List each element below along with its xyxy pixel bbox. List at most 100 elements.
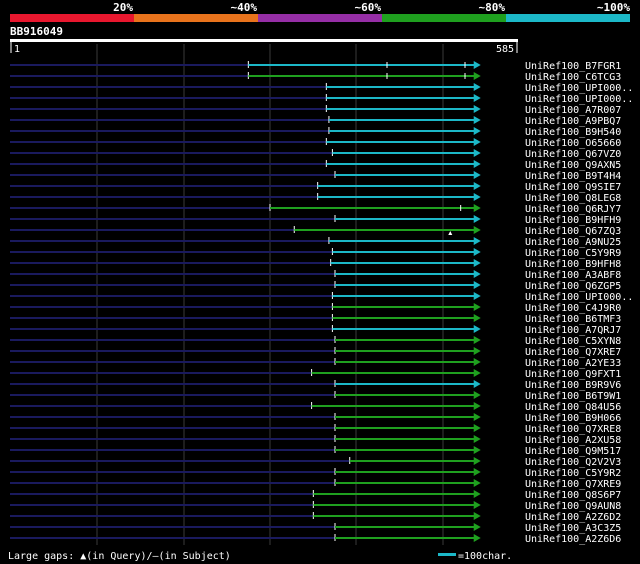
hit-label: UniRef100_B7FGR1	[525, 61, 621, 72]
hit-row: UniRef100_B9R9V6	[10, 380, 621, 391]
hit-row: UniRef100_Q84U56	[10, 402, 621, 413]
hit-arrowhead	[473, 193, 481, 201]
hit-arrowhead	[473, 391, 481, 399]
hit-arrowhead	[473, 314, 481, 322]
hit-arrowhead	[473, 435, 481, 443]
hit-label: UniRef100_Q8LEG8	[525, 193, 621, 204]
hit-arrowhead	[473, 116, 481, 124]
hit-arrowhead	[473, 237, 481, 245]
hit-arrowhead	[473, 380, 481, 388]
hit-arrowhead	[473, 259, 481, 267]
hit-row: UniRef100_A2Z6D2	[10, 512, 621, 523]
hit-row: UniRef100_B9T4H4	[10, 171, 621, 182]
hit-row: UniRef100_A7R007	[10, 105, 621, 116]
hit-arrowhead	[473, 325, 481, 333]
hit-label: UniRef100_A7R007	[525, 105, 621, 116]
hit-arrowhead	[473, 523, 481, 531]
hit-label: UniRef100_O65660	[525, 138, 621, 149]
gaps-prefix: Large gaps:	[8, 551, 80, 562]
hit-row: UniRef100_Q8S6P7	[10, 490, 621, 501]
hit-row: UniRef100_A9PBQ7	[10, 116, 621, 127]
hit-row: UniRef100_Q6RJY7	[10, 204, 621, 215]
ruler-end-label: 585	[496, 44, 514, 55]
hit-row: UniRef100_B9HFH9	[10, 215, 621, 226]
hit-label: UniRef100_Q2V2V3	[525, 457, 621, 468]
hit-arrowhead	[473, 226, 481, 234]
legend-label-100: ~100%	[597, 1, 630, 14]
hit-label: UniRef100_Q67ZQ3	[525, 226, 621, 237]
query-name: BB916049	[10, 25, 63, 38]
hit-arrowhead	[473, 105, 481, 113]
hit-label: UniRef100_Q9AXN5	[525, 160, 621, 171]
hit-row: UniRef100_A3ABF8	[10, 270, 621, 281]
hit-row: UniRef100_Q9AUN8	[10, 501, 621, 512]
hit-label: UniRef100_A2Z6D6	[525, 534, 621, 545]
hit-arrowhead	[473, 281, 481, 289]
hit-row: UniRef100_C6TCG3	[10, 72, 621, 83]
hit-arrowhead	[473, 347, 481, 355]
hit-label: UniRef100_B6TMF3	[525, 314, 621, 325]
hit-row: UniRef100_Q67ZQ3	[10, 226, 621, 237]
hit-label: UniRef100_B9T4H4	[525, 171, 621, 182]
hit-row: UniRef100_A2YE33	[10, 358, 621, 369]
hit-label: UniRef100_Q7XRE9	[525, 479, 621, 490]
legend-bar-40	[134, 14, 258, 22]
hit-label: UniRef100_B6T9W1	[525, 391, 621, 402]
hit-arrowhead	[473, 182, 481, 190]
hit-arrowhead	[473, 160, 481, 168]
hit-arrowhead	[473, 72, 481, 80]
query-gap-text: (in Query)/	[86, 551, 152, 562]
hit-arrowhead	[473, 358, 481, 366]
hit-arrowhead	[473, 369, 481, 377]
hit-row: UniRef100_A7QRJ7	[10, 325, 621, 336]
hit-label: UniRef100_Q84U56	[525, 402, 621, 413]
hit-label: UniRef100_Q9FXT1	[525, 369, 621, 380]
hit-row: UniRef100_B9HFH8	[10, 259, 621, 270]
hit-arrowhead	[473, 204, 481, 212]
hit-label: UniRef100_UPI000..	[525, 292, 633, 303]
hit-arrowhead	[473, 490, 481, 498]
hit-arrowhead	[473, 171, 481, 179]
hit-label: UniRef100_C5Y9R2	[525, 468, 621, 479]
hit-row: UniRef100_UPI000..	[10, 83, 633, 94]
hit-label: UniRef100_Q67VZ0	[525, 149, 621, 160]
hit-row: UniRef100_Q2V2V3	[10, 457, 621, 468]
hit-label: UniRef100_B9H066	[525, 413, 621, 424]
alignment-overview: 20% ~40% ~60% ~80% ~100% BB916049 1 585 …	[8, 1, 633, 562]
hit-row: UniRef100_A2Z6D6	[10, 534, 621, 545]
hit-label: UniRef100_B9HFH8	[525, 259, 621, 270]
hit-arrowhead	[473, 446, 481, 454]
hit-label: UniRef100_Q9SIE7	[525, 182, 621, 193]
hit-label: UniRef100_Q7XRE7	[525, 347, 621, 358]
legend-bar-100	[506, 14, 630, 22]
hit-row: UniRef100_A9NU25	[10, 237, 621, 248]
hit-label: UniRef100_B9HFH9	[525, 215, 621, 226]
hit-arrowhead	[473, 83, 481, 91]
hit-label: UniRef100_Q9AUN8	[525, 501, 621, 512]
hit-row: UniRef100_C5Y9R9	[10, 248, 621, 259]
scale-bar-label: =100char.	[458, 551, 512, 562]
scale-bar	[438, 553, 456, 556]
hit-arrowhead	[473, 534, 481, 542]
hit-label: UniRef100_C4J9R0	[525, 303, 621, 314]
hit-arrowhead	[473, 270, 481, 278]
hit-label: UniRef100_B9R9V6	[525, 380, 621, 391]
legend-bar-80	[382, 14, 506, 22]
footer-legend: Large gaps: ▲(in Query)/–(in Subject) =1…	[8, 551, 512, 562]
score-legend: 20% ~40% ~60% ~80% ~100%	[10, 1, 630, 22]
hit-row: UniRef100_Q9SIE7	[10, 182, 621, 193]
subject-gap-text: (in Subject)	[159, 551, 231, 562]
hit-label: UniRef100_Q8S6P7	[525, 490, 621, 501]
hit-arrowhead	[473, 479, 481, 487]
hit-list: UniRef100_B7FGR1UniRef100_C6TCG3UniRef10…	[10, 61, 633, 545]
legend-label-20: 20%	[113, 1, 133, 14]
hit-label: UniRef100_UPI000..	[525, 83, 633, 94]
hit-row: UniRef100_C5Y9R2	[10, 468, 621, 479]
hit-arrowhead	[473, 292, 481, 300]
hit-arrowhead	[473, 336, 481, 344]
legend-bar-20	[10, 14, 134, 22]
hit-row: UniRef100_Q7XRE7	[10, 347, 621, 358]
hit-arrowhead	[473, 94, 481, 102]
hit-arrowhead	[473, 127, 481, 135]
hit-row: UniRef100_C5XYN8	[10, 336, 621, 347]
